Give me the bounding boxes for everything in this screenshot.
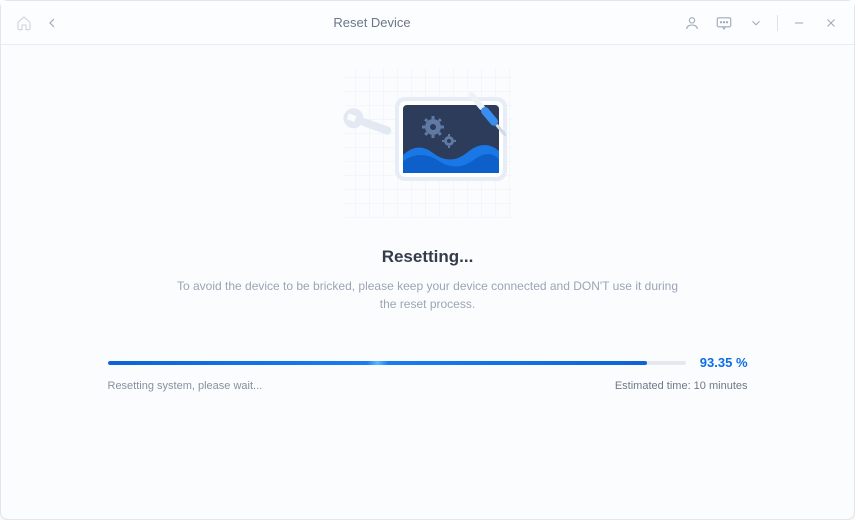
progress-percent: 93.35 % <box>698 355 748 370</box>
progress-section: 93.35 % <box>108 355 748 370</box>
close-button[interactable] <box>820 12 842 34</box>
home-icon <box>13 12 35 34</box>
progress-fill <box>108 361 648 365</box>
status-subtext: To avoid the device to be bricked, pleas… <box>173 277 683 313</box>
back-button[interactable] <box>41 12 63 34</box>
reset-illustration <box>313 63 543 223</box>
app-window: Reset Device <box>0 0 855 520</box>
titlebar-divider <box>777 15 778 31</box>
progress-bar <box>108 361 686 365</box>
main-content: Resetting... To avoid the device to be b… <box>1 45 854 422</box>
feedback-icon[interactable] <box>713 12 735 34</box>
status-heading: Resetting... <box>382 247 474 267</box>
estimated-time: Estimated time: 10 minutes <box>615 380 748 392</box>
window-title: Reset Device <box>63 15 681 30</box>
progress-status-text: Resetting system, please wait... <box>108 380 263 392</box>
chevron-down-icon[interactable] <box>745 12 767 34</box>
account-icon[interactable] <box>681 12 703 34</box>
titlebar: Reset Device <box>1 1 854 45</box>
minimize-button[interactable] <box>788 12 810 34</box>
